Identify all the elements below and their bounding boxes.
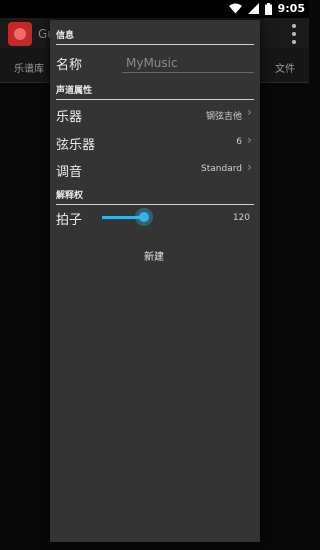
create-button[interactable]: 新建 — [132, 244, 176, 266]
instrument-label: 乐器 — [56, 110, 83, 125]
chevron-right-icon: › — [247, 160, 252, 174]
section-header-info: 信息 — [56, 28, 254, 45]
tempo-label: 拍子 — [56, 213, 83, 228]
strings-value: 6 — [236, 137, 242, 147]
tempo-value: 120 — [232, 213, 250, 223]
chevron-right-icon: › — [247, 105, 252, 119]
chevron-right-icon: › — [247, 133, 252, 147]
overflow-menu-icon[interactable] — [291, 24, 297, 44]
section-header-track: 声道属性 — [56, 83, 254, 100]
slider-thumb[interactable] — [139, 212, 149, 222]
tuning-value: Standard — [201, 164, 242, 174]
name-input[interactable] — [122, 54, 254, 73]
tab-files[interactable]: 文件 — [275, 60, 295, 75]
tab-score-library[interactable]: 乐谱库 — [14, 60, 44, 75]
name-label: 名称 — [56, 58, 83, 73]
new-song-dialog: 信息 名称 声道属性 乐器 钢弦吉他 › 弦乐器 6 › 调音 Standard… — [50, 20, 260, 542]
app-logo — [8, 22, 32, 46]
tempo-slider[interactable] — [102, 205, 153, 229]
clock: 9:05 — [277, 2, 305, 15]
section-header-interpretation: 解释权 — [56, 188, 254, 205]
wifi-icon — [228, 3, 242, 14]
strings-label: 弦乐器 — [56, 138, 96, 153]
status-bar: 9:05 — [0, 0, 309, 18]
signal-icon — [247, 3, 259, 14]
instrument-value: 钢弦吉他 — [205, 112, 242, 122]
tuning-label: 调音 — [56, 165, 83, 180]
battery-icon — [264, 2, 272, 15]
